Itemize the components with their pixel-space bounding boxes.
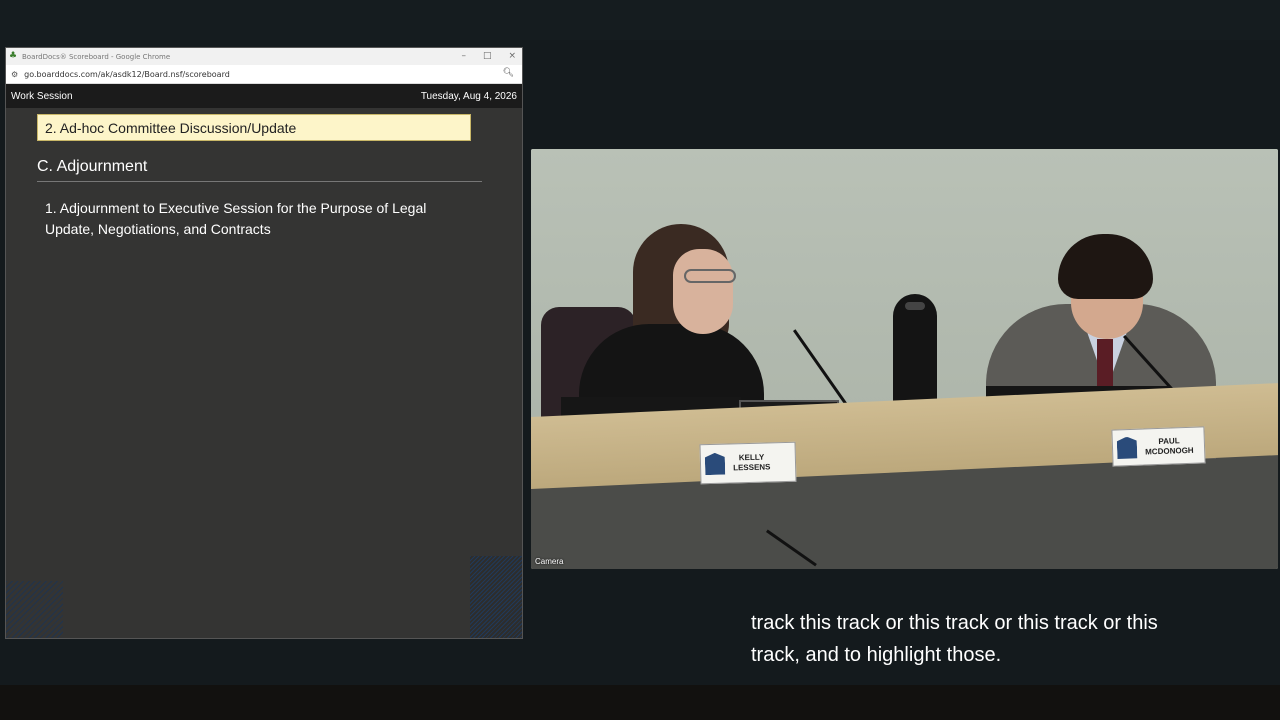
camera-label: Camera	[535, 557, 564, 566]
caption-line-2: track, and to highlight those.	[751, 644, 1002, 666]
boarddocs-favicon-icon: ♣	[9, 51, 18, 61]
browser-titlebar: ♣ BoardDocs® Scoreboard - Google Chrome …	[6, 48, 522, 65]
url-text[interactable]: go.boarddocs.com/ak/asdk12/Board.nsf/sco…	[24, 70, 230, 79]
zoom-icon[interactable]: 🔍︎	[503, 68, 514, 78]
stream-stage: ♣ BoardDocs® Scoreboard - Google Chrome …	[0, 0, 1280, 720]
section-heading: C. Adjournment	[37, 158, 482, 182]
close-icon[interactable]: ×	[508, 51, 516, 61]
nameplate-text: PAUL MCDONOGH	[1145, 435, 1194, 456]
closed-caption: track this track or this track or this t…	[751, 607, 1251, 671]
district-logo-icon	[705, 453, 726, 476]
minimize-icon[interactable]: –	[461, 51, 466, 61]
current-agenda-item[interactable]: 2. Ad-hoc Committee Discussion/Update	[37, 114, 471, 141]
window-title: BoardDocs® Scoreboard - Google Chrome	[22, 52, 171, 61]
person-left-face	[673, 249, 733, 334]
decorative-pattern-right	[470, 556, 522, 638]
address-bar[interactable]: ⚙ go.boarddocs.com/ak/asdk12/Board.nsf/s…	[6, 65, 522, 84]
maximize-icon[interactable]: □	[483, 51, 492, 61]
boarddocs-header: Work Session Tuesday, Aug 4, 2026	[6, 84, 522, 108]
decorative-pattern-left	[6, 581, 63, 638]
site-settings-icon[interactable]: ⚙	[11, 70, 18, 79]
meeting-type: Work Session	[11, 90, 73, 102]
caption-line-1: track this track or this track or this t…	[751, 612, 1158, 634]
glasses	[684, 269, 736, 283]
bottom-band	[0, 685, 1280, 720]
top-band	[0, 0, 1280, 40]
nameplate-paul: PAUL MCDONOGH	[1111, 426, 1206, 467]
nameplate-text: KELLY LESSENS	[733, 452, 771, 473]
agenda-item[interactable]: 1. Adjournment to Executive Session for …	[45, 198, 465, 240]
district-logo-icon	[1117, 436, 1138, 459]
camera-feed: KELLY LESSENS PAUL MCDONOGH Camera	[531, 149, 1278, 569]
agenda-panel: 2. Ad-hoc Committee Discussion/Update C.…	[6, 108, 522, 638]
window-controls: – □ ×	[461, 51, 516, 61]
nameplate-kelly: KELLY LESSENS	[699, 441, 797, 485]
browser-window: ♣ BoardDocs® Scoreboard - Google Chrome …	[5, 47, 523, 639]
meeting-date: Tuesday, Aug 4, 2026	[420, 90, 517, 102]
